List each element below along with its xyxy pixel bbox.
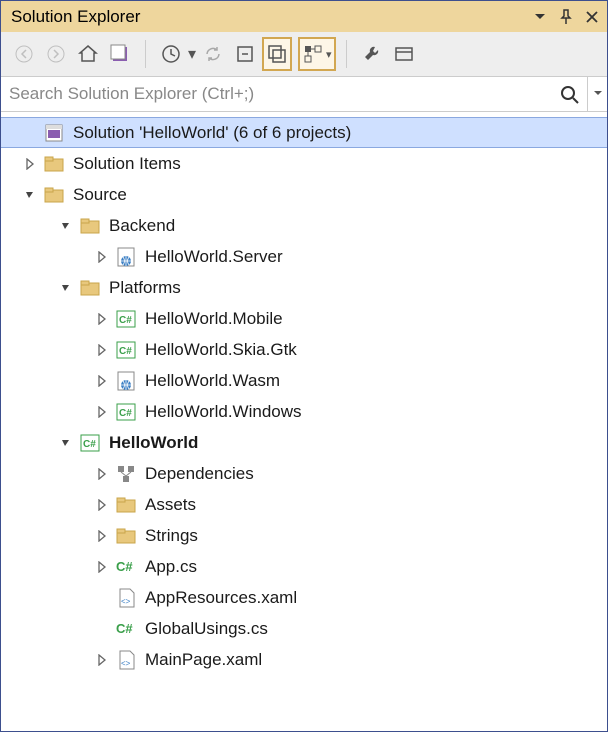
tree-node-label: HelloWorld.Mobile bbox=[145, 309, 283, 329]
properties-button[interactable] bbox=[357, 39, 387, 69]
collapse-icon[interactable] bbox=[21, 186, 39, 204]
view-switch-button[interactable]: ▾ bbox=[298, 37, 336, 71]
csfile-icon bbox=[115, 618, 137, 640]
tree-node[interactable]: HelloWorld bbox=[1, 427, 607, 458]
cs-icon bbox=[79, 432, 101, 454]
search-input[interactable] bbox=[1, 77, 551, 111]
collapse-icon[interactable] bbox=[57, 434, 75, 452]
tree-node-label: HelloWorld.Windows bbox=[145, 402, 302, 422]
toolbar-separator bbox=[145, 40, 146, 68]
tree-node[interactable]: Backend bbox=[1, 210, 607, 241]
toolbar-separator bbox=[346, 40, 347, 68]
show-all-button[interactable] bbox=[262, 37, 292, 71]
solution-tree[interactable]: Solution 'HelloWorld' (6 of 6 projects) S… bbox=[1, 112, 607, 732]
tree-node[interactable]: HelloWorld.Wasm bbox=[1, 365, 607, 396]
tree-node[interactable]: HelloWorld.Skia.Gtk bbox=[1, 334, 607, 365]
tree-node-label: MainPage.xaml bbox=[145, 650, 262, 670]
tree-node-label: Platforms bbox=[109, 278, 181, 298]
titlebar: Solution Explorer bbox=[1, 1, 607, 32]
expand-icon[interactable] bbox=[93, 496, 111, 514]
tree-node[interactable]: Platforms bbox=[1, 272, 607, 303]
expand-icon[interactable] bbox=[93, 465, 111, 483]
tree-node[interactable]: App.cs bbox=[1, 551, 607, 582]
history-dropdown-icon[interactable]: ▾ bbox=[188, 44, 196, 64]
xaml-icon bbox=[115, 649, 137, 671]
panel-title: Solution Explorer bbox=[11, 7, 531, 27]
folder-icon bbox=[43, 153, 65, 175]
expand-icon[interactable] bbox=[93, 310, 111, 328]
expand-icon[interactable] bbox=[93, 651, 111, 669]
search-bar bbox=[1, 76, 607, 112]
collapse-icon[interactable] bbox=[57, 217, 75, 235]
xaml-icon bbox=[115, 587, 137, 609]
forward-button bbox=[41, 39, 71, 69]
window-menu-icon[interactable] bbox=[531, 8, 549, 26]
search-options-dropdown[interactable] bbox=[587, 77, 607, 111]
folder-icon bbox=[79, 215, 101, 237]
tree-node-label: HelloWorld bbox=[109, 433, 198, 453]
cs-icon bbox=[115, 339, 137, 361]
tree-node-label: Solution 'HelloWorld' (6 of 6 projects) bbox=[73, 123, 351, 143]
collapse-icon[interactable] bbox=[57, 279, 75, 297]
expand-icon[interactable] bbox=[21, 155, 39, 173]
toolbar: ▾ ▾ bbox=[1, 32, 607, 76]
history-button[interactable] bbox=[156, 39, 186, 69]
sync-button bbox=[198, 39, 228, 69]
pin-icon[interactable] bbox=[557, 8, 575, 26]
deps-icon bbox=[115, 463, 137, 485]
expand-icon[interactable] bbox=[93, 372, 111, 390]
search-icon[interactable] bbox=[551, 77, 587, 111]
collapse-all-button[interactable] bbox=[230, 39, 260, 69]
window-controls bbox=[531, 8, 601, 26]
expand-icon[interactable] bbox=[93, 341, 111, 359]
expand-icon[interactable] bbox=[93, 558, 111, 576]
tree-node-label: HelloWorld.Skia.Gtk bbox=[145, 340, 297, 360]
tree-node-label: Strings bbox=[145, 526, 198, 546]
tree-node[interactable]: GlobalUsings.cs bbox=[1, 613, 607, 644]
tree-node-label: AppResources.xaml bbox=[145, 588, 297, 608]
tree-node-label: HelloWorld.Server bbox=[145, 247, 283, 267]
tree-node-label: App.cs bbox=[145, 557, 197, 577]
folder-icon bbox=[115, 494, 137, 516]
close-icon[interactable] bbox=[583, 8, 601, 26]
tree-node-label: HelloWorld.Wasm bbox=[145, 371, 280, 391]
tree-node[interactable]: Solution 'HelloWorld' (6 of 6 projects) bbox=[1, 117, 607, 148]
tree-node-label: GlobalUsings.cs bbox=[145, 619, 268, 639]
web-icon bbox=[115, 246, 137, 268]
expand-icon[interactable] bbox=[93, 403, 111, 421]
tree-node-label: Solution Items bbox=[73, 154, 181, 174]
tree-node[interactable]: HelloWorld.Mobile bbox=[1, 303, 607, 334]
solution-icon bbox=[43, 122, 65, 144]
tree-node-label: Assets bbox=[145, 495, 196, 515]
tree-node[interactable]: Source bbox=[1, 179, 607, 210]
home-button[interactable] bbox=[73, 39, 103, 69]
preview-button[interactable] bbox=[389, 39, 419, 69]
scope-button[interactable] bbox=[105, 39, 135, 69]
tree-node[interactable]: Strings bbox=[1, 520, 607, 551]
tree-node[interactable]: MainPage.xaml bbox=[1, 644, 607, 675]
expand-icon[interactable] bbox=[93, 527, 111, 545]
tree-node-label: Source bbox=[73, 185, 127, 205]
tree-node[interactable]: Assets bbox=[1, 489, 607, 520]
tree-node[interactable]: Solution Items bbox=[1, 148, 607, 179]
tree-node-label: Backend bbox=[109, 216, 175, 236]
cs-icon bbox=[115, 308, 137, 330]
folder-icon bbox=[43, 184, 65, 206]
back-button bbox=[9, 39, 39, 69]
tree-node[interactable]: AppResources.xaml bbox=[1, 582, 607, 613]
tree-node-label: Dependencies bbox=[145, 464, 254, 484]
cs-icon bbox=[115, 401, 137, 423]
expand-icon[interactable] bbox=[93, 248, 111, 266]
chevron-down-icon: ▾ bbox=[326, 48, 332, 61]
tree-node[interactable]: HelloWorld.Server bbox=[1, 241, 607, 272]
tree-node[interactable]: HelloWorld.Windows bbox=[1, 396, 607, 427]
folder-icon bbox=[79, 277, 101, 299]
csfile-icon bbox=[115, 556, 137, 578]
folder-icon bbox=[115, 525, 137, 547]
web-icon bbox=[115, 370, 137, 392]
tree-node[interactable]: Dependencies bbox=[1, 458, 607, 489]
